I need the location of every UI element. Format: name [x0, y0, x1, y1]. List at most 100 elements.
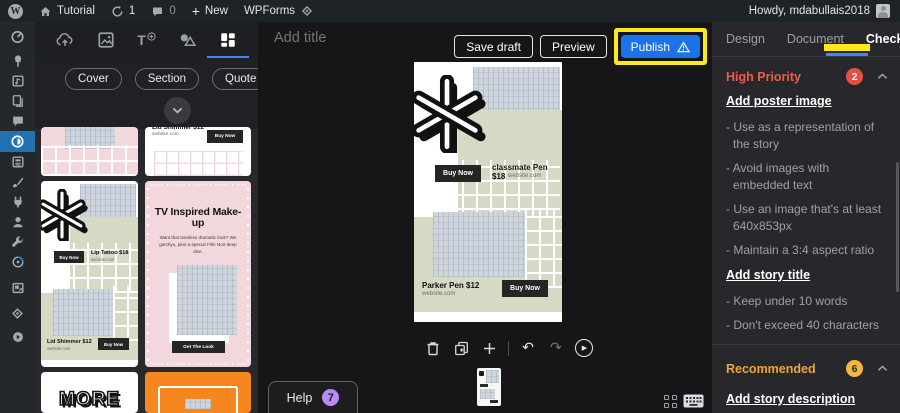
sidebar-item-tools[interactable] — [0, 232, 35, 252]
tab-page-templates[interactable] — [206, 25, 249, 58]
comments-icon — [153, 6, 163, 16]
shapes-icon — [180, 34, 196, 47]
site-menu[interactable]: Tutorial — [31, 0, 103, 22]
tab-checklist[interactable]: Checklist ! — [866, 32, 900, 46]
story-editor-workspace: Save draft Preview Publish Buy Now class… — [258, 22, 712, 413]
sidebar-item-pages[interactable] — [0, 91, 35, 111]
tab-upload-media[interactable] — [48, 25, 82, 55]
grid-pattern — [525, 210, 562, 288]
product-name: Lid Shimmer $12 — [152, 127, 205, 131]
page-thumbnail[interactable] — [477, 368, 501, 406]
wp-admin-sidebar — [0, 22, 35, 413]
sidebar-item-users[interactable] — [0, 212, 35, 232]
sidebar-item-plugins[interactable] — [0, 192, 35, 212]
buy-now-button[interactable]: Buy Now — [502, 280, 548, 297]
wpforms-menu[interactable]: WPForms — [236, 0, 322, 22]
story-title-input[interactable] — [274, 30, 424, 46]
media-icon — [11, 75, 24, 87]
account-menu[interactable]: Howdy, mdabullais2018 — [749, 4, 900, 18]
template-card-lid-shimmer[interactable]: Lid Shimmer $12 website.com Buy Now — [145, 127, 251, 176]
trend-border-left — [146, 187, 150, 361]
add-story-description-link[interactable]: Add story description — [726, 392, 855, 406]
tab-design[interactable]: Design — [726, 32, 765, 46]
product-site[interactable]: website.com — [508, 173, 541, 179]
template-card-tv-inspired[interactable]: trend ● trend ● trend ● trend ● trend tr… — [145, 181, 251, 367]
delete-page-button[interactable] — [424, 339, 442, 357]
buy-now-button: Buy Now — [207, 130, 243, 143]
plus-icon: + — [191, 3, 200, 19]
section-title: High Priority — [726, 69, 802, 84]
dashboard-icon — [11, 30, 24, 43]
trend-border-right — [246, 187, 250, 361]
sidebar-item-video[interactable] — [0, 327, 35, 347]
tab-media-gallery[interactable] — [89, 25, 123, 55]
help-button[interactable]: Help 7 — [268, 381, 358, 413]
template-card-pink-grid[interactable] — [41, 127, 138, 176]
recommended-items: Add story description — [726, 390, 855, 408]
updates-menu[interactable]: 1 — [103, 0, 143, 22]
product-site: website.com — [47, 346, 71, 351]
new-content-menu[interactable]: + New — [184, 0, 236, 22]
wp-logo-menu[interactable]: W — [0, 0, 31, 22]
sidebar-item-posts[interactable] — [0, 51, 35, 71]
duplicate-page-button[interactable] — [452, 339, 470, 357]
buy-now-button[interactable]: Buy Now — [435, 165, 481, 182]
publish-label: Publish — [630, 39, 670, 54]
tab-shapes[interactable] — [170, 25, 204, 55]
widgets-icon — [11, 156, 24, 168]
add-poster-image-link[interactable]: Add poster image — [726, 94, 832, 108]
template-title: TV Inspired Make-up — [154, 206, 242, 230]
play-preview-button[interactable]: ▶ — [575, 339, 593, 357]
sidebar-item-dashboard[interactable] — [0, 26, 35, 46]
add-page-button[interactable] — [480, 339, 498, 357]
template-card-lip-tattoo[interactable]: Buy Now Lip Tattoo $18 website.com Lid S… — [41, 181, 138, 367]
gallery-icon — [11, 282, 24, 294]
title-guidelines: - Keep under 10 words - Don't exceed 40 … — [726, 293, 892, 334]
play-circle-icon — [12, 332, 23, 342]
save-draft-button[interactable]: Save draft — [454, 35, 533, 58]
sidebar-item-comments[interactable] — [0, 111, 35, 131]
redo-button[interactable]: ↷ — [547, 339, 565, 357]
pages-icon — [12, 95, 23, 107]
sidebar-item-widgets[interactable] — [0, 152, 35, 172]
collapse-filters-button[interactable] — [164, 97, 191, 124]
asterisk-flower-shape — [41, 189, 88, 241]
template-body-text: Want that timeless dramatic look? We got… — [159, 235, 237, 254]
warning-triangle-icon — [677, 40, 690, 52]
template-card-more[interactable]: MORE — [41, 372, 138, 413]
sidebar-item-gallery[interactable] — [0, 278, 35, 298]
sidebar-item-appearance[interactable] — [0, 172, 35, 192]
filter-pill-section[interactable]: Section — [134, 68, 200, 90]
product-name[interactable]: Parker Pen $12 — [422, 281, 479, 290]
publish-button[interactable]: Publish — [620, 35, 700, 58]
sidebar-item-web-stories[interactable] — [0, 131, 35, 152]
new-label: New — [204, 5, 228, 17]
product-site[interactable]: website.com — [422, 291, 455, 297]
upload-cloud-icon — [56, 33, 73, 46]
recommended-section-header[interactable]: Recommended 6 — [726, 360, 888, 377]
user-icon — [12, 217, 23, 228]
undo-button[interactable]: ↶ — [519, 339, 537, 357]
guideline-item: - Keep under 10 words — [726, 294, 848, 308]
image-placeholder[interactable] — [433, 212, 525, 277]
trend-border-top: trend ● trend ● trend ● trend ● trend — [150, 182, 246, 187]
checklist-scrollbar[interactable] — [896, 162, 899, 292]
grid-view-button[interactable] — [664, 395, 677, 408]
trend-border-bottom: trend ● trend ● trend ● trend ● trend — [150, 361, 246, 366]
tab-text[interactable]: T — [129, 25, 163, 55]
filter-pill-cover[interactable]: Cover — [65, 68, 122, 90]
comments-menu[interactable]: 0 — [143, 0, 183, 22]
guideline-item: - Maintain a 3:4 aspect ratio — [726, 243, 875, 258]
story-page-canvas[interactable]: Buy Now classmate Pen $18 website.com Pa… — [411, 62, 562, 322]
sidebar-item-media[interactable] — [0, 71, 35, 91]
asterisk-flower-shape[interactable] — [408, 75, 486, 153]
template-filter-strip: Cover Section Quote — [35, 58, 270, 129]
add-story-title-link[interactable]: Add story title — [726, 268, 810, 282]
sidebar-item-wpforms[interactable] — [0, 303, 35, 323]
keyboard-shortcuts-button[interactable] — [683, 394, 704, 413]
high-priority-section-header[interactable]: High Priority 2 — [726, 68, 888, 85]
preview-button[interactable]: Preview — [539, 35, 607, 58]
sidebar-item-settings[interactable] — [0, 252, 35, 272]
grid-pattern — [154, 151, 243, 176]
template-card-orange[interactable] — [145, 372, 251, 413]
